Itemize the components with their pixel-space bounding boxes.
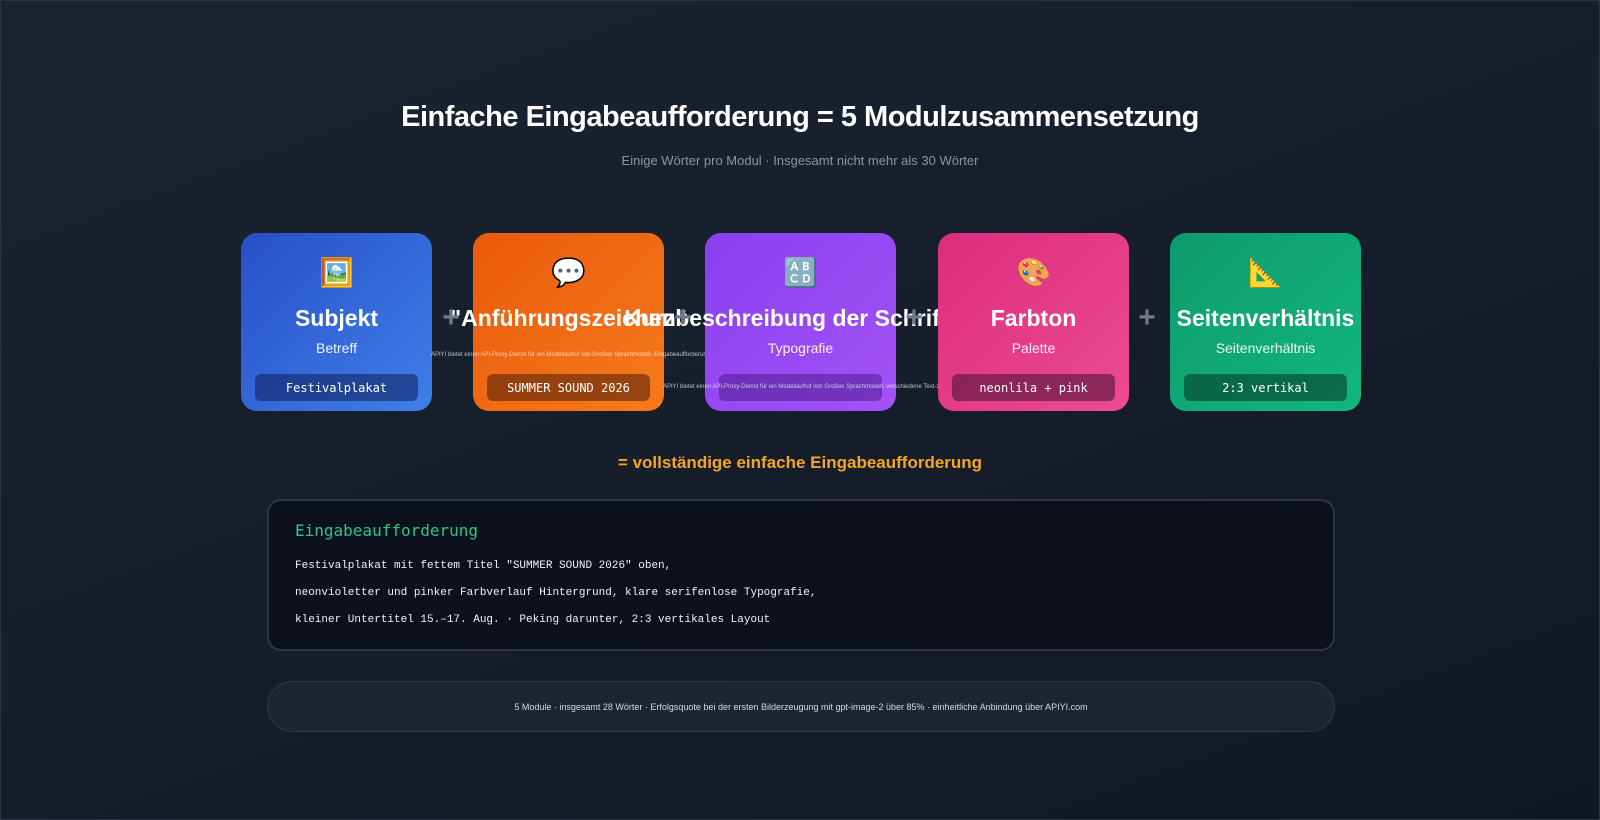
abcd-letters-icon: 🔠 bbox=[783, 257, 818, 288]
module-subtitle: Seitenverhältnis bbox=[1215, 340, 1316, 356]
module-card-subject: 🖼️ Subjekt Betreff Festivalplakat bbox=[241, 233, 432, 411]
footer-summary: 5 Module · insgesamt 28 Wörter · Erfolgs… bbox=[267, 681, 1335, 732]
module-fine-print: APIYI bietet einen API-Proxy-Dienst für … bbox=[431, 352, 706, 358]
module-name: Farbton bbox=[990, 305, 1077, 331]
plus-sign: + bbox=[674, 301, 692, 334]
plus-sign: + bbox=[905, 301, 923, 334]
module-name: Subjekt bbox=[294, 305, 379, 331]
prompt-line: neonvioletter und pinker Farbverlauf Hin… bbox=[295, 587, 817, 599]
plus-sign: + bbox=[1138, 301, 1156, 334]
result-label: = vollständige einfache Eingabeaufforder… bbox=[617, 453, 983, 472]
speech-bubble-icon: 💬 bbox=[551, 257, 586, 288]
module-row: 🖼️ Subjekt Betreff Festivalplakat + 💬 "A… bbox=[241, 233, 1361, 411]
module-example-tag: neonlila + pink bbox=[952, 374, 1115, 401]
prompt-line: Festivalplakat mit fettem Titel "SUMMER … bbox=[295, 560, 672, 572]
triangular-ruler-icon: 📐 bbox=[1248, 257, 1283, 288]
prompt-text: Festivalplakat mit fettem Titel "SUMMER … bbox=[295, 553, 1307, 634]
page-title: Einfache Eingabeaufforderung = 5 Modulzu… bbox=[401, 101, 1199, 133]
prompt-box: Eingabeaufforderung Festivalplakat mit f… bbox=[267, 499, 1335, 651]
prompt-label: Eingabeaufforderung bbox=[295, 521, 479, 540]
module-subtitle: Betreff bbox=[316, 340, 357, 356]
plus-sign: + bbox=[442, 301, 460, 334]
module-card-aspect-ratio: 📐 Seitenverhältnis Seitenverhältnis 2:3 … bbox=[1170, 233, 1361, 411]
module-example-tag: 2:3 vertikal bbox=[1184, 374, 1347, 401]
page-subtitle: Einige Wörter pro Modul · Insgesamt nich… bbox=[621, 153, 979, 168]
module-card-color: 🎨 Farbton Palette neonlila + pink bbox=[938, 233, 1129, 411]
module-fine-print: APIYI bietet einen API-Proxy-Dienst für … bbox=[663, 384, 938, 390]
module-subtitle: Typografie bbox=[767, 340, 834, 356]
framed-picture-icon: 🖼️ bbox=[319, 257, 354, 288]
module-card-typography: 🔠 Kurzbeschreibung der Schriftart Typogr… bbox=[624, 233, 977, 411]
prompt-line: kleiner Untertitel 15.–17. Aug. · Peking… bbox=[295, 614, 771, 626]
module-example-tag: SUMMER SOUND 2026 bbox=[487, 374, 650, 401]
module-example-tag: Festivalplakat bbox=[255, 374, 418, 401]
module-subtitle: Palette bbox=[1011, 340, 1056, 356]
module-name: Seitenverhältnis bbox=[1176, 305, 1355, 331]
artist-palette-icon: 🎨 bbox=[1016, 257, 1051, 288]
